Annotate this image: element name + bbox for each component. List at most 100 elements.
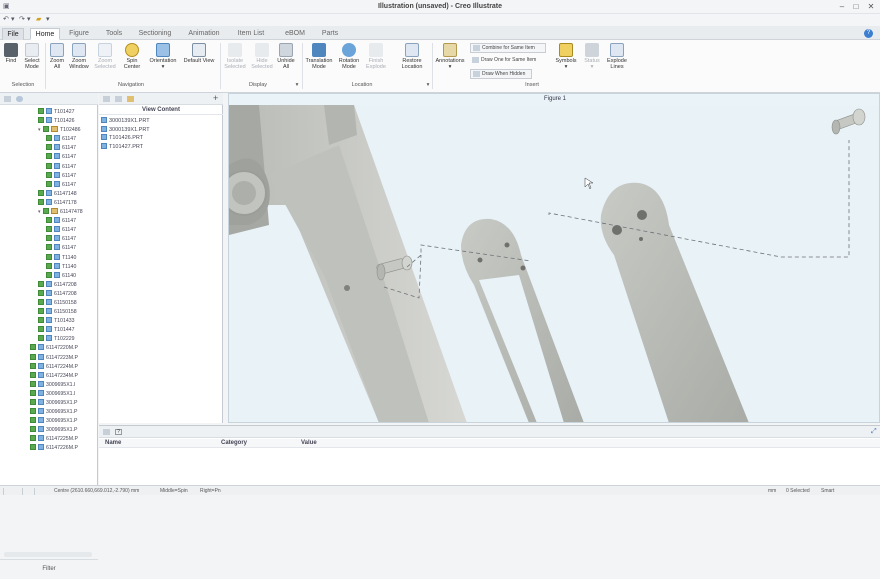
visibility-checkbox[interactable] [43,126,49,133]
bracket-part[interactable] [229,105,467,423]
tree-row[interactable]: 61150158 [0,298,98,308]
visibility-checkbox[interactable] [38,298,44,305]
tree-row[interactable]: ▾ T102486 [0,126,98,135]
translation-mode-button[interactable]: Translation Mode [303,43,335,70]
view-content-item[interactable]: T101427.PRT [101,142,221,152]
annotations-button[interactable]: Annotations ▾ [433,43,467,70]
3d-viewport[interactable]: Figure 1 [228,93,880,423]
tree-row[interactable]: T101426 [0,117,98,126]
tree-row[interactable]: 3009695X1.I [0,389,98,399]
tree-row[interactable]: 61147 [0,135,98,144]
view-content-item[interactable]: 3000139X1.PRT [101,125,221,135]
file-menu[interactable]: File [2,28,24,40]
visibility-checkbox[interactable] [38,108,44,114]
draw-when-hidden-button[interactable]: Draw When Hidden [470,69,532,79]
tree-row[interactable]: 61147224M.P [0,362,98,372]
filter-label[interactable]: Filter [0,559,98,578]
tree-row[interactable]: 61147 [0,235,98,244]
tree-horizontal-scrollbar[interactable] [4,552,92,557]
finish-explode-button[interactable]: Finish Explode [362,43,390,70]
zoom-all-button[interactable]: Zoom All [47,43,67,70]
visibility-checkbox[interactable] [43,208,49,215]
visibility-checkbox[interactable] [46,235,52,242]
visibility-checkbox[interactable] [46,253,52,260]
tree-row[interactable]: 61147223M.P [0,353,98,363]
visibility-checkbox[interactable] [46,180,52,187]
visibility-checkbox[interactable] [30,435,36,442]
visibility-checkbox[interactable] [46,217,52,224]
view-folder-icon[interactable] [127,96,134,102]
visibility-checkbox[interactable] [30,399,36,405]
undo-icon[interactable]: ↶ [3,16,10,24]
tab-item-list[interactable]: Item List [232,28,270,40]
column-category[interactable]: Category [221,440,247,446]
select-mode-button[interactable]: Select Mode [21,43,43,70]
rotation-mode-button[interactable]: Rotation Mode [336,43,362,70]
tab-ebom[interactable]: eBOM [280,28,310,40]
minimize-button[interactable]: – [837,2,847,11]
visibility-checkbox[interactable] [46,162,52,169]
tree-row[interactable]: 61147 [0,180,98,190]
visibility-checkbox[interactable] [30,417,36,424]
tree-row[interactable]: 3009695X1.P [0,408,98,417]
view-content-item[interactable]: 3000139X1.PRT [101,117,221,126]
column-name[interactable]: Name [105,440,121,446]
draw-one-same-item-button[interactable]: Draw One for Same Item [470,56,548,66]
maximize-button[interactable]: □ [851,2,861,11]
orientation-button[interactable]: Orientation ▾ [146,43,180,70]
isolate-selected-button[interactable]: Isolate Selected [222,43,248,70]
view-content-item[interactable]: T101426.PRT [101,134,221,143]
add-icon[interactable]: + [213,93,218,104]
visibility-checkbox[interactable] [38,317,44,324]
visibility-checkbox[interactable] [46,153,52,160]
visibility-checkbox[interactable] [46,135,52,142]
visibility-checkbox[interactable] [30,344,36,351]
visibility-checkbox[interactable] [30,371,36,378]
dropdown-icon[interactable]: ▾ [27,16,34,24]
zoom-selected-button[interactable]: Zoom Selected [92,43,118,70]
unhide-all-button[interactable]: Unhide All [275,43,297,70]
combine-same-item-button[interactable]: Combine for Same Item [470,43,546,53]
symbols-button[interactable]: Symbols ▾ [552,43,580,70]
open-folder-icon[interactable]: ▰ [36,16,43,24]
tree-row[interactable]: 61140 [0,271,98,281]
tree-filter-icon[interactable] [16,96,23,102]
tree-row[interactable]: T1140 [0,253,98,263]
visibility-checkbox[interactable] [30,380,36,387]
close-button[interactable]: ✕ [866,2,876,11]
slotted-link-part[interactable] [461,218,584,423]
tree-row[interactable]: 3009695X1.P [0,417,98,426]
tree-row[interactable]: T101427 [0,108,98,117]
selection-filter[interactable]: Smart [821,488,834,494]
tree-row[interactable]: 61147220M.P [0,344,98,353]
visibility-checkbox[interactable] [38,308,44,315]
tree-row[interactable]: T1140 [0,262,98,272]
tree-row[interactable]: 61147 [0,144,98,153]
tab-animation[interactable]: Animation [184,28,224,40]
tree-row[interactable]: 61147 [0,162,98,172]
default-view-button[interactable]: Default View [181,43,217,64]
visibility-checkbox[interactable] [46,226,52,233]
tree-row[interactable]: 61150158 [0,308,98,317]
tree-row[interactable]: T101447 [0,326,98,335]
visibility-checkbox[interactable] [38,289,44,296]
zoom-window-button[interactable]: Zoom Window [67,43,91,70]
link-arm-part[interactable] [600,182,749,423]
tree-row[interactable]: 61147 [0,244,98,253]
status-button[interactable]: Status ▾ [580,43,604,70]
dropdown-icon[interactable]: ▾ [11,16,18,24]
view-grid-icon[interactable] [115,96,122,102]
tab-figure[interactable]: Figure [64,28,94,40]
redo-icon[interactable]: ↷ [19,16,26,24]
tree-row[interactable]: 61147234M.P [0,371,98,381]
tree-row[interactable]: 3009695X1.I [0,380,98,390]
visibility-checkbox[interactable] [30,426,36,433]
tree-row[interactable]: 61147225M.P [0,435,98,444]
visibility-checkbox[interactable] [46,171,52,178]
visibility-checkbox[interactable] [46,262,52,269]
tree-row[interactable]: 61147 [0,171,98,181]
tab-parts[interactable]: Parts [316,28,344,40]
visibility-checkbox[interactable] [30,444,36,451]
tree-row[interactable]: 61147208 [0,280,98,290]
customize-icon[interactable]: ▾ [46,16,53,24]
